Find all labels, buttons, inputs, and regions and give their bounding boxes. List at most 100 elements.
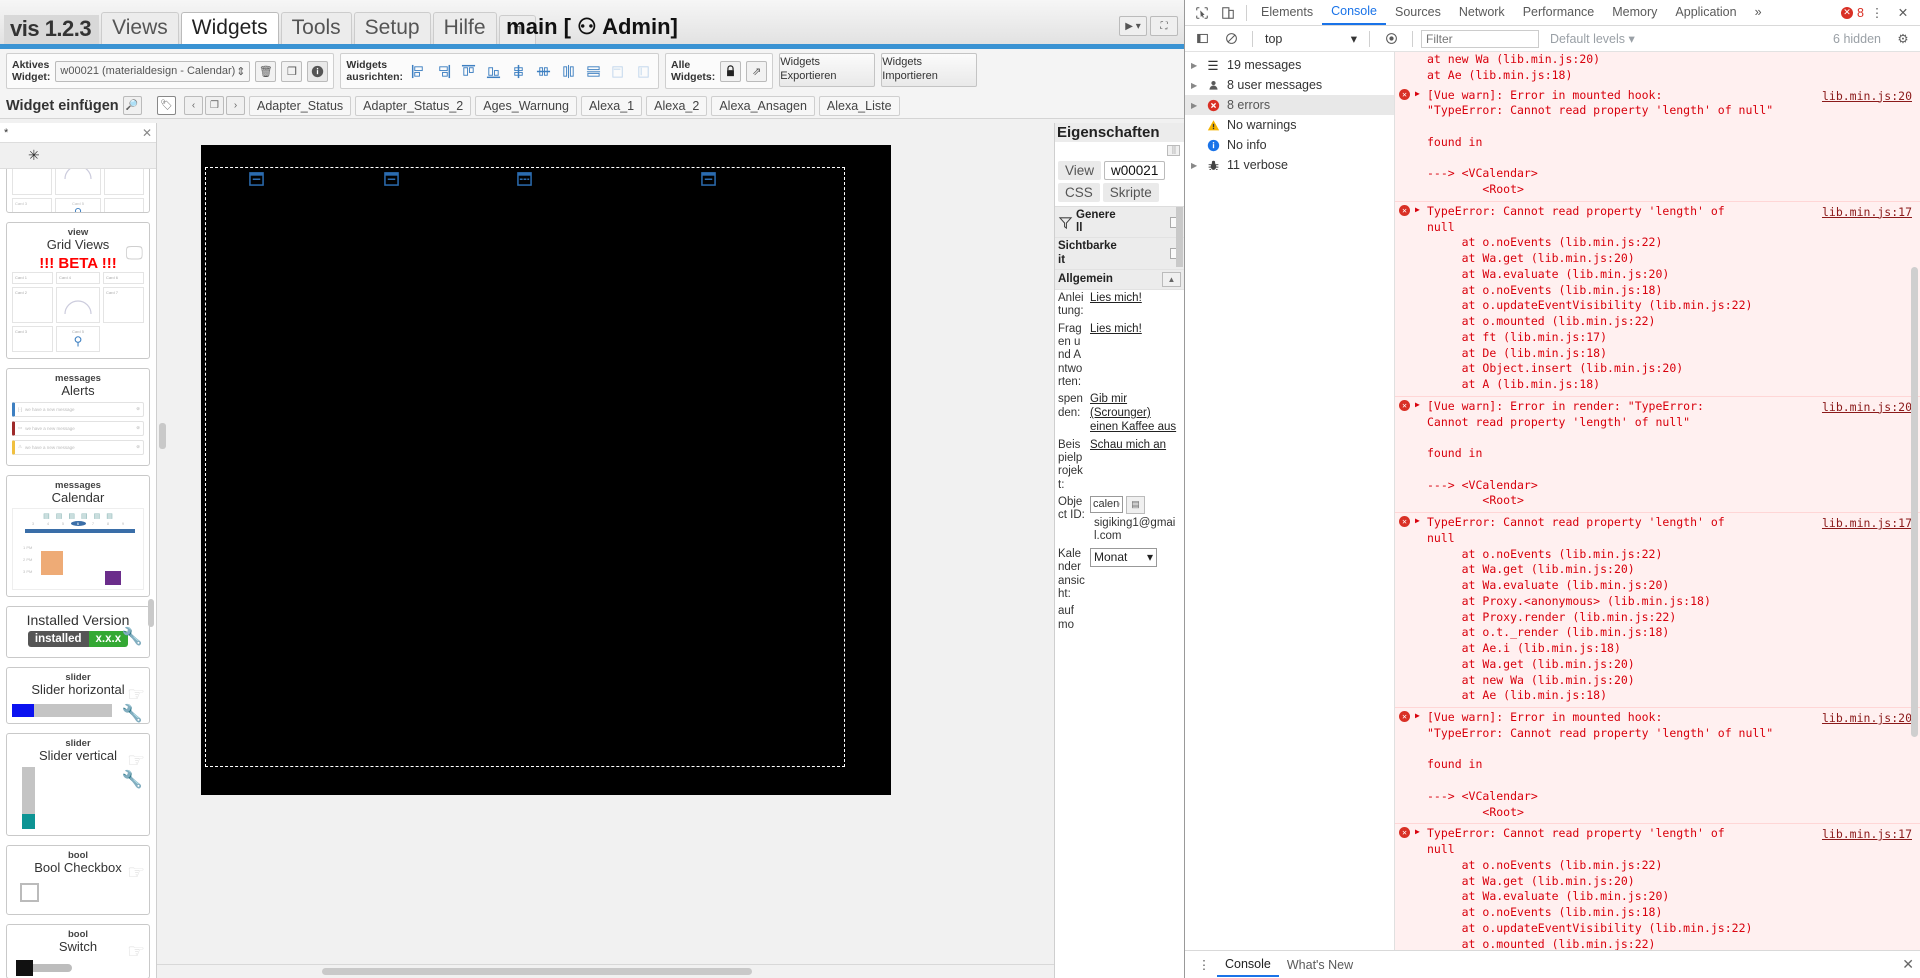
view-tab-alexa-liste[interactable]: Alexa_Liste [818,95,900,116]
widget-card-alerts[interactable]: messages Alerts [·] we have a new messag… [6,368,150,466]
console-sidebar-item-errors[interactable]: ▶ 8 errors [1185,95,1394,115]
property-link[interactable]: Gib mir (Scrounger) einen Kaffee aus [1090,393,1176,433]
fullscreen-icon[interactable]: ⛶ [1150,16,1178,36]
scrollbar-thumb[interactable] [148,599,154,627]
lock-all-widgets-button[interactable] [720,60,742,82]
widget-card-installed-version[interactable]: Installed Version 🔧 installed x.x.x [6,605,150,659]
align-right-icon[interactable] [433,60,453,82]
menu-tab-hilfe[interactable]: Hilfe [432,11,497,44]
align-bottom-icon[interactable] [483,60,503,82]
calendar-icon[interactable] [249,171,264,186]
console-log-list[interactable]: at new Wa (lib.min.js:20) at Ae (lib.min… [1395,52,1920,950]
more-tabs-icon[interactable]: » [1746,1,1771,24]
center-vertical-icon[interactable] [583,60,603,82]
chevron-right-icon[interactable]: ▶ [1191,61,1199,70]
grip-icon[interactable]: ⣿ [1167,145,1180,156]
console-message[interactable]: ✕ ▶ lib.min.js:17 TypeError: Cannot read … [1395,513,1920,708]
log-source-link[interactable]: lib.min.js:20 [1822,711,1912,725]
console-message[interactable]: ✕ ▶ lib.min.js:20 [Vue warn]: Error in mo… [1395,85,1920,202]
prev-view-button[interactable]: ‹ [184,96,203,115]
active-widget-select[interactable]: w00021 (materialdesign - Calendar) ⇕ [55,60,251,82]
log-levels-select[interactable]: Default levels ▾ [1542,31,1635,46]
devtools-menu-icon[interactable]: ⋮ [1864,2,1890,24]
drawer-menu-icon[interactable]: ⋮ [1191,954,1217,976]
log-source-link[interactable]: lib.min.js:20 [1822,89,1912,103]
widget-card-calendar[interactable]: messages Calendar ▤▤▤▤▤▤ 345 6 789 [6,474,150,597]
calendar-icon[interactable] [384,171,399,186]
expand-all-widgets-button[interactable]: ⇗ [746,60,768,82]
devtools-tab-sources[interactable]: Sources [1386,1,1450,24]
properties-scrollbar[interactable] [1176,207,1183,978]
import-widgets-button[interactable]: Widgets Importieren [881,53,978,87]
calendar-view-select[interactable]: Monat ▾ [1090,548,1157,567]
calendar-icon[interactable] [517,171,532,186]
log-source-link[interactable]: lib.min.js:17 [1822,516,1912,530]
console-sidebar-item-warnings[interactable]: No warnings [1185,115,1394,135]
widget-card[interactable]: Card 3 Card 5 ⚲ [6,169,150,213]
console-message[interactable]: ✕ ▶ lib.min.js:20 [Vue warn]: Error in re… [1395,396,1920,513]
console-message[interactable]: ✕ ▶ lib.min.js:17 TypeError: Cannot read … [1395,824,1920,950]
view-tab-alexa-ansagen[interactable]: Alexa_Ansagen [711,95,815,116]
devtools-tab-network[interactable]: Network [1450,1,1514,24]
canvas-horizontal-scrollbar[interactable] [157,964,1054,978]
object-browse-button[interactable]: ▤ [1126,495,1145,514]
widget-card-switch[interactable]: bool Switch ☞ [6,924,150,978]
pin-icon[interactable]: 🏷 [157,96,176,115]
widget-card-slider-vertical[interactable]: slider Slider vertical ☞ 🔧 [6,732,150,836]
execution-context-select[interactable]: top ▾ [1261,31,1361,47]
error-count-badge[interactable]: ✕ 8 [1841,6,1864,20]
view-tab-alexa-2[interactable]: Alexa_2 [646,95,708,116]
scrollbar-thumb[interactable] [322,968,752,975]
chevron-right-icon[interactable]: ▶ [1415,205,1420,214]
chevron-right-icon[interactable]: ▶ [1415,827,1420,836]
chevron-right-icon[interactable]: ▶ [1415,711,1420,720]
device-toolbar-icon[interactable] [1215,2,1241,24]
next-view-button[interactable]: › [226,96,245,115]
chevron-right-icon[interactable]: ▶ [1191,81,1199,90]
drawer-tab-whats-new[interactable]: What's New [1279,954,1361,976]
search-icon[interactable]: 🔎 [122,96,142,115]
view-tab-adapter-status-2[interactable]: Adapter_Status_2 [355,95,472,116]
view-canvas-area[interactable] [157,123,1054,978]
console-filter-input[interactable] [1421,29,1539,48]
console-sidebar-item-user-messages[interactable]: ▶ 8 user messages [1185,75,1394,95]
widget-card-bool-checkbox[interactable]: bool Bool Checkbox ☞ [6,844,150,916]
properties-tab-skripte[interactable]: Skripte [1102,183,1159,202]
menu-tab-tools[interactable]: Tools [280,11,352,44]
log-source-link[interactable]: lib.min.js:17 [1822,827,1912,841]
widget-info-button[interactable] [307,60,329,82]
properties-tab-widget[interactable]: w00021 [1104,161,1166,180]
devtools-tab-performance[interactable]: Performance [1514,1,1604,24]
export-widgets-button[interactable]: Widgets Exportieren [779,53,876,87]
copy-view-button[interactable]: ❐ [205,96,224,115]
devtools-tab-application[interactable]: Application [1666,1,1745,24]
delete-widget-button[interactable]: 🗑 [255,60,277,82]
menu-tab-views[interactable]: Views [101,11,179,44]
view-tab-alexa-1[interactable]: Alexa_1 [580,95,643,116]
close-icon[interactable]: ✕ [1890,2,1916,24]
widget-card-slider-horizontal[interactable]: slider Slider horizontal ☞ 🔧 [6,667,150,724]
console-message[interactable]: ✕ ▶ lib.min.js:20 [Vue warn]: Error in mo… [1395,708,1920,825]
calendar-icon[interactable] [701,171,716,186]
log-source-link[interactable]: lib.min.js:20 [1822,400,1912,414]
run-view-button[interactable]: ▶ ▾ [1119,16,1147,36]
view-canvas[interactable] [201,145,891,795]
console-sidebar-icon[interactable] [1189,28,1215,50]
clear-console-icon[interactable] [1218,28,1244,50]
menu-tab-widgets[interactable]: Widgets [180,11,279,44]
property-link[interactable]: Lies mich! [1090,292,1142,304]
scrollbar-thumb[interactable] [1176,207,1183,267]
align-left-icon[interactable] [408,60,428,82]
accordion-generell[interactable]: Generell [1055,207,1184,239]
scrollbar-thumb[interactable] [1911,267,1918,737]
accordion-allgemein[interactable]: Allgemein ▲ [1055,269,1184,290]
inspect-icon[interactable] [1189,2,1215,24]
palette-group-selected[interactable]: ✳ [0,143,156,169]
palette-scrollbar[interactable] [148,169,156,978]
selected-widget-outline[interactable] [205,167,845,767]
devtools-tab-console[interactable]: Console [1322,0,1386,25]
chevron-right-icon[interactable]: ▶ [1415,400,1420,409]
menu-tab-setup[interactable]: Setup [353,11,431,44]
drawer-tab-console[interactable]: Console [1217,953,1279,977]
align-top-icon[interactable] [458,60,478,82]
